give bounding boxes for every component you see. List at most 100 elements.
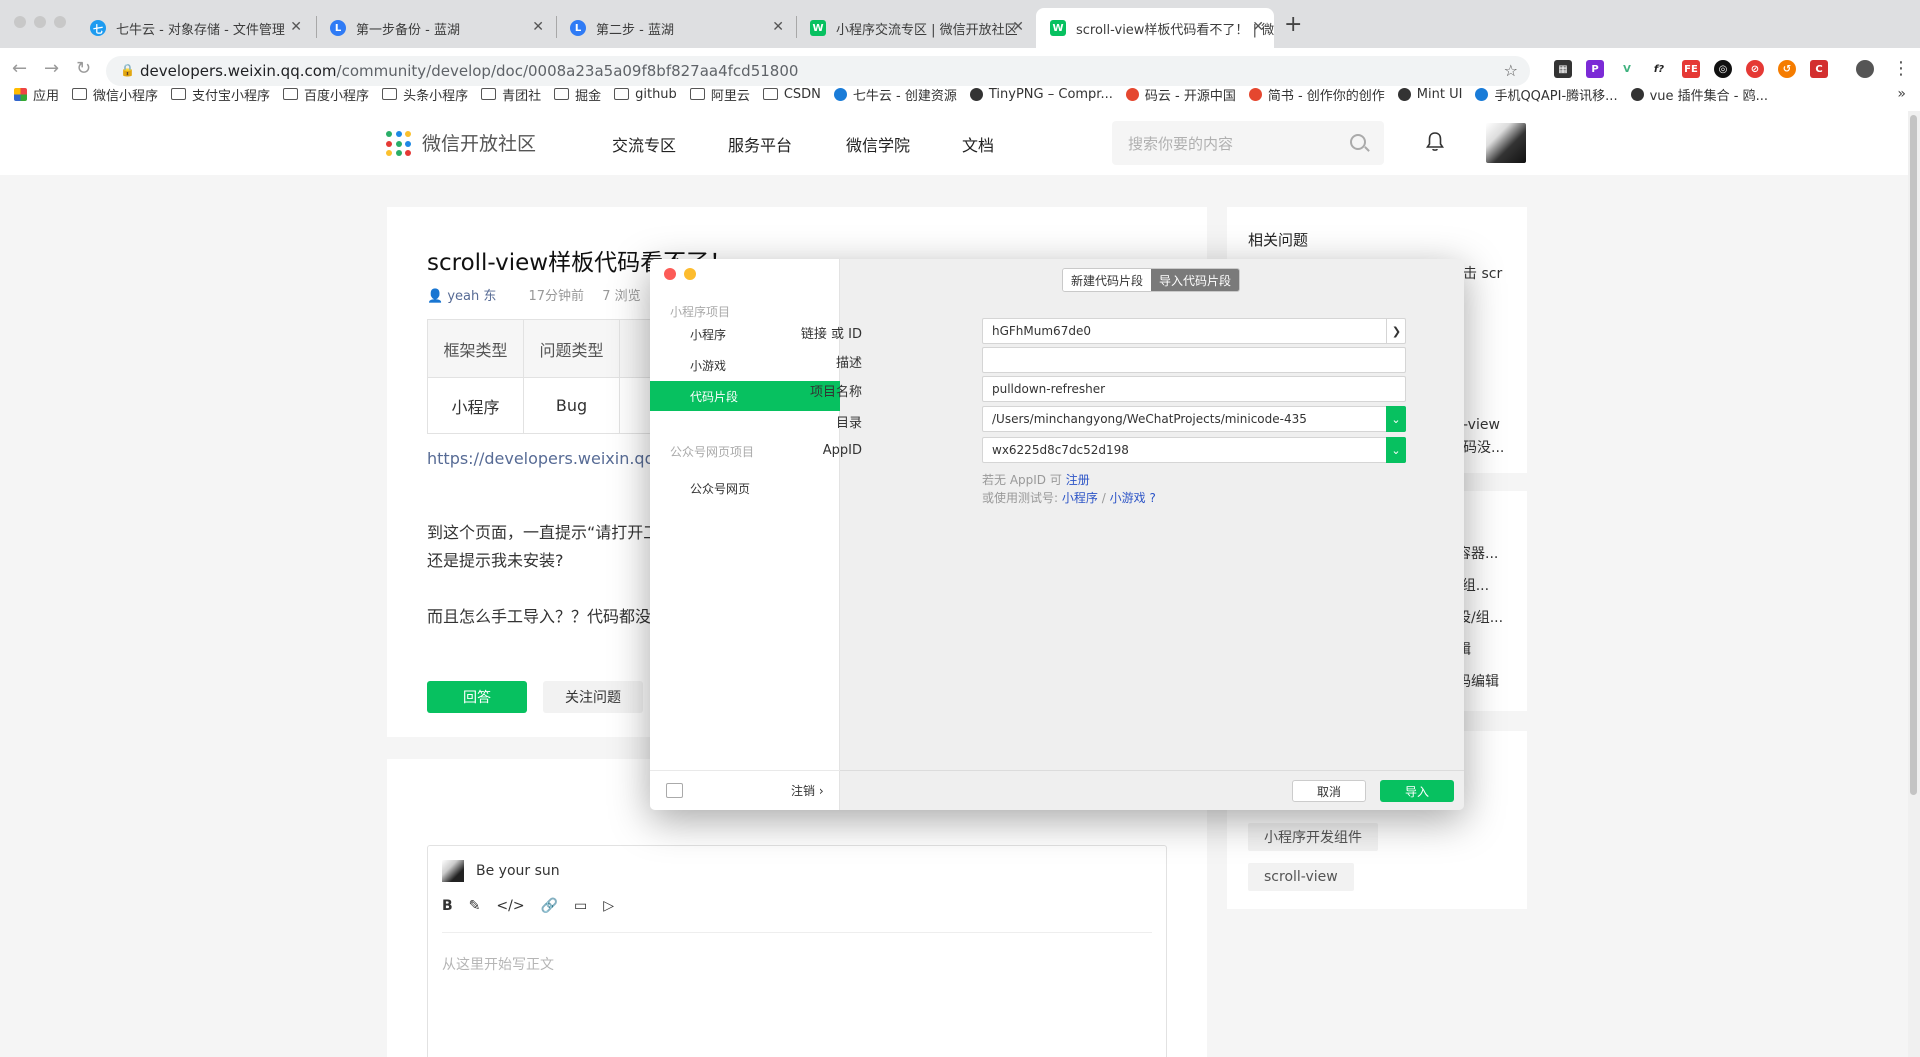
nav-docs[interactable]: 文档: [962, 132, 994, 156]
snippet-mode-segmented: 新建代码片段 导入代码片段: [1062, 268, 1241, 292]
bookmark-item[interactable]: 码云 - 开源中国: [1125, 85, 1236, 104]
bookmark-item[interactable]: TinyPNG – Compr...: [969, 87, 1113, 102]
qr-extension-icon[interactable]: ▦: [1554, 60, 1572, 78]
table-cell: Bug: [523, 377, 620, 434]
nav-exchange[interactable]: 交流专区: [612, 132, 676, 156]
scrollbar-thumb[interactable]: [1910, 115, 1917, 795]
appid-select[interactable]: wx6225d8c7dc52d198 ⌄: [982, 437, 1406, 463]
profile-avatar-icon[interactable]: [1856, 60, 1874, 78]
browser-tab[interactable]: 七 七牛云 - 对象存储 - 文件管理 ✕: [76, 8, 312, 48]
bookmark-item[interactable]: 七牛云 - 创建资源: [833, 85, 957, 104]
extension-icon[interactable]: P: [1586, 60, 1604, 78]
fx-extension-icon[interactable]: f?: [1650, 60, 1668, 78]
cors-extension-icon[interactable]: C: [1810, 60, 1828, 78]
project-name-value: pulldown-refresher: [992, 382, 1106, 396]
answer-button[interactable]: 回答: [427, 681, 527, 713]
follow-question-button[interactable]: 关注问题: [543, 681, 643, 713]
related-item[interactable]: -view: [1463, 417, 1500, 433]
author-link[interactable]: 👤 yeah 东: [427, 289, 510, 304]
browser-tab[interactable]: L 第一步备份 - 蓝湖 ✕: [316, 8, 554, 48]
back-arrow-icon[interactable]: ←: [12, 58, 27, 79]
extension-icon[interactable]: ↺: [1778, 60, 1796, 78]
tab-close-icon[interactable]: ✕: [772, 19, 784, 35]
extension-icon[interactable]: ◎: [1714, 60, 1732, 78]
window-close-button[interactable]: [14, 16, 26, 28]
search-input[interactable]: 搜索你要的内容: [1112, 121, 1384, 165]
bookmark-star-icon[interactable]: ☆: [1504, 61, 1518, 80]
test-miniprogram-link[interactable]: 小程序: [1062, 491, 1098, 505]
browser-tab-active[interactable]: W scroll-view样板代码看不了！ | 微 ✕: [1036, 8, 1274, 48]
question-link[interactable]: https://developers.weixin.qq.co: [427, 449, 678, 468]
pen-icon[interactable]: ✎: [469, 898, 481, 914]
bookmark-item[interactable]: 简书 - 创作你的创作: [1248, 85, 1385, 104]
new-tab-button[interactable]: +: [1284, 12, 1302, 37]
dialog-minimize-button[interactable]: [684, 268, 696, 280]
nav-academy[interactable]: 微信学院: [846, 132, 910, 156]
user-avatar[interactable]: [1486, 123, 1526, 163]
video-icon[interactable]: ▷: [603, 898, 614, 914]
code-icon[interactable]: </>: [496, 898, 524, 914]
logout-button[interactable]: 注销 ›: [791, 782, 824, 799]
test-minigame-link[interactable]: 小游戏: [1110, 491, 1146, 505]
forward-arrow-icon[interactable]: →: [44, 58, 59, 79]
extension-icon[interactable]: ⊘: [1746, 60, 1764, 78]
bookmark-item[interactable]: 阿里云: [689, 85, 750, 104]
cancel-button[interactable]: 取消: [1292, 780, 1366, 802]
chevron-down-icon[interactable]: ⌄: [1386, 406, 1406, 432]
register-link[interactable]: 注册: [1066, 473, 1090, 487]
bookmark-item[interactable]: 掘金: [554, 85, 601, 104]
browser-tab[interactable]: W 小程序交流专区 | 微信开放社区 ✕: [796, 8, 1034, 48]
reload-icon[interactable]: ↻: [76, 58, 91, 79]
bookmark-item[interactable]: CSDN: [762, 87, 821, 102]
help-icon[interactable]: ?: [1149, 491, 1155, 505]
dialog-close-button[interactable]: [664, 268, 676, 280]
tag[interactable]: 小程序开发组件: [1248, 823, 1378, 851]
directory-select[interactable]: /Users/minchangyong/WeChatProjects/minic…: [982, 406, 1406, 432]
tab-close-icon[interactable]: ✕: [290, 19, 302, 35]
tag[interactable]: scroll-view: [1248, 863, 1354, 891]
bookmark-item[interactable]: 百度小程序: [283, 85, 369, 104]
bold-icon[interactable]: B: [442, 898, 453, 914]
browser-tab[interactable]: L 第二步 - 蓝湖 ✕: [556, 8, 794, 48]
tab-close-icon[interactable]: ✕: [1252, 19, 1264, 35]
description-input[interactable]: [982, 347, 1406, 373]
tab-close-icon[interactable]: ✕: [1012, 19, 1024, 35]
window-maximize-button[interactable]: [54, 16, 66, 28]
bell-icon[interactable]: [1426, 132, 1444, 152]
nav-services[interactable]: 服务平台: [728, 132, 792, 156]
vue-devtools-icon[interactable]: V: [1618, 60, 1636, 78]
bookmark-item[interactable]: 微信小程序: [72, 85, 158, 104]
chevron-right-icon[interactable]: ❯: [1386, 318, 1406, 344]
page-scrollbar[interactable]: [1908, 111, 1920, 1057]
sidebar-item-official-webpage[interactable]: 公众号网页: [650, 473, 840, 503]
bookmark-item[interactable]: github: [614, 87, 677, 102]
image-icon[interactable]: ▭: [574, 898, 587, 914]
bookmark-item[interactable]: 头条小程序: [382, 85, 468, 104]
wechat-community-logo-icon[interactable]: [386, 131, 412, 157]
bookmarks-overflow-icon[interactable]: »: [1897, 86, 1906, 102]
project-name-input[interactable]: pulldown-refresher: [982, 376, 1406, 402]
bookmark-item[interactable]: Mint UI: [1397, 87, 1462, 102]
screenshot-icon[interactable]: [666, 783, 683, 798]
window-minimize-button[interactable]: [34, 16, 46, 28]
editor-body[interactable]: 从这里开始写正文: [442, 954, 554, 974]
fe-extension-icon[interactable]: FE: [1682, 60, 1700, 78]
lanhu-favicon-icon: L: [330, 20, 346, 36]
menu-kebab-icon[interactable]: ⋮: [1892, 58, 1910, 79]
bookmark-item[interactable]: 青团社: [481, 85, 541, 104]
tab-close-icon[interactable]: ✕: [532, 19, 544, 35]
chevron-down-icon[interactable]: ⌄: [1386, 437, 1406, 463]
site-name[interactable]: 微信开放社区: [422, 129, 536, 156]
bookmark-item[interactable]: 支付宝小程序: [171, 85, 270, 104]
bookmark-item[interactable]: 手机QQAPI-腾讯移...: [1475, 85, 1618, 104]
import-button[interactable]: 导入: [1380, 780, 1454, 802]
related-item[interactable]: 击 scr: [1463, 263, 1502, 283]
tab-import-snippet[interactable]: 导入代码片段: [1151, 269, 1240, 291]
related-item[interactable]: 码没...: [1463, 437, 1504, 457]
search-icon[interactable]: [1350, 134, 1366, 150]
bookmark-item[interactable]: vue 插件集合 - 鸥...: [1630, 85, 1768, 104]
link-icon[interactable]: 🔗: [541, 898, 558, 914]
tab-new-snippet[interactable]: 新建代码片段: [1063, 269, 1152, 291]
bookmark-item[interactable]: 应用: [14, 85, 59, 104]
link-or-id-input[interactable]: hGFhMum67de0 ❯: [982, 318, 1406, 344]
